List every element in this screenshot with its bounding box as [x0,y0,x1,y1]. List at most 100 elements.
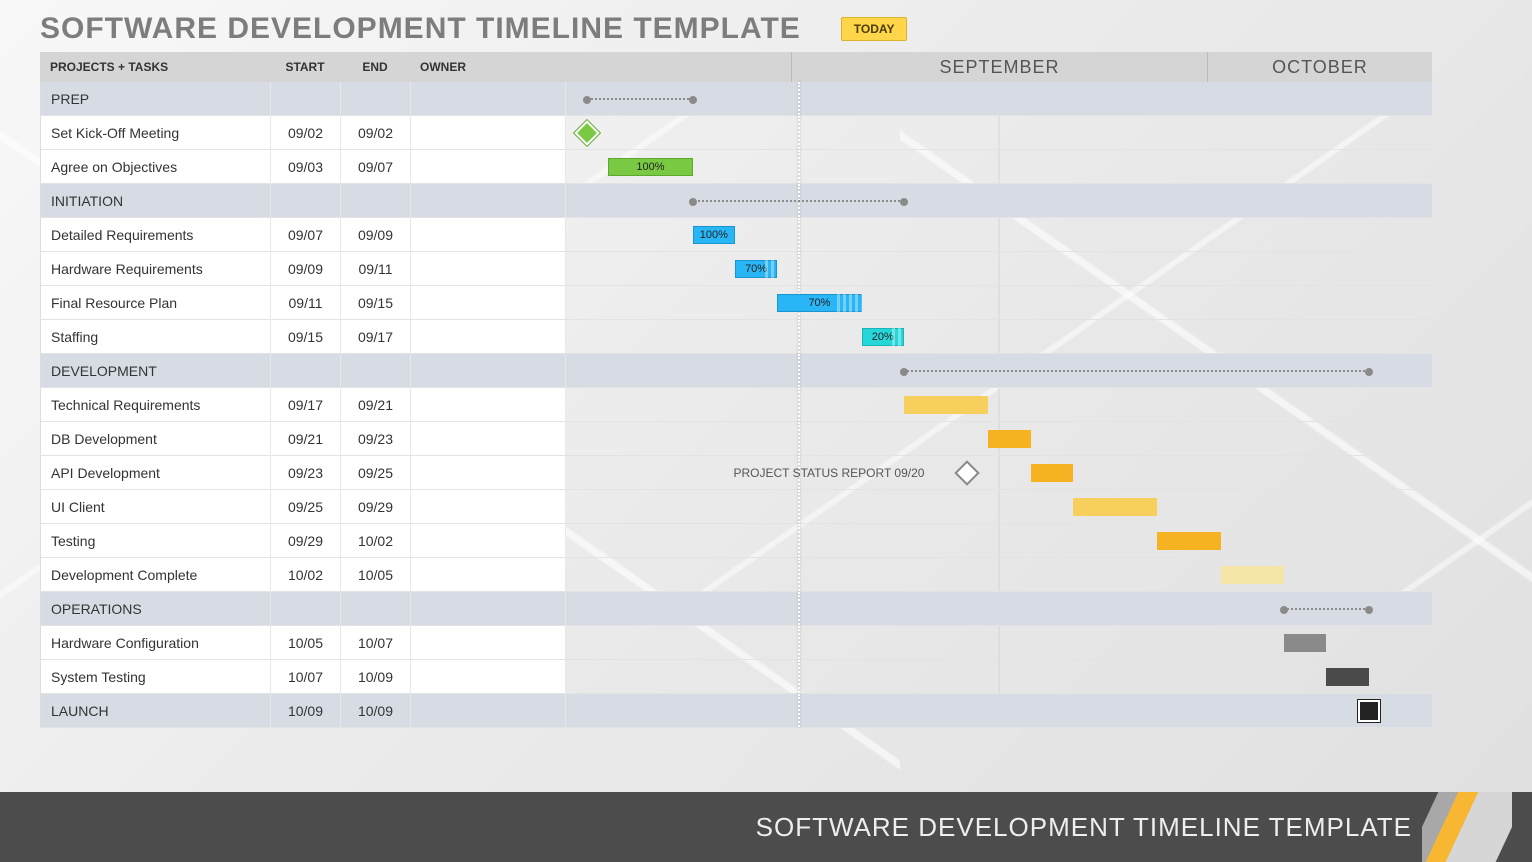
task-start: 09/02 [270,116,340,150]
task-start: 09/25 [270,490,340,524]
gantt-bar[interactable]: 100% [608,158,692,176]
gantt-bar[interactable] [1326,668,1368,686]
task-name: Set Kick-Off Meeting [40,116,270,150]
task-end: 09/15 [340,286,410,320]
gantt-cell [566,354,1432,388]
task-start: 09/21 [270,422,340,456]
task-owner [410,422,566,456]
task-name: Detailed Requirements [40,218,270,252]
task-owner [410,286,566,320]
task-name: OPERATIONS [40,592,270,626]
gantt-cell: 100% [566,218,1432,252]
gantt-cell: 70% [566,286,1432,320]
task-owner [410,184,566,218]
task-end [340,184,410,218]
gantt-bar[interactable] [988,430,1030,448]
task-end [340,354,410,388]
gantt-bar[interactable]: 70% [735,260,777,278]
task-end: 09/07 [340,150,410,184]
task-name: Agree on Objectives [40,150,270,184]
task-owner [410,116,566,150]
gantt-cell [566,82,1432,116]
milestone-diamond-icon [955,460,980,485]
task-owner [410,558,566,592]
task-end: 09/17 [340,320,410,354]
gantt-bar[interactable]: 100% [693,226,735,244]
task-name: DEVELOPMENT [40,354,270,388]
task-start: 09/17 [270,388,340,422]
task-end: 10/02 [340,524,410,558]
task-owner [410,320,566,354]
col-header-owner: OWNER [410,52,566,82]
task-end: 09/25 [340,456,410,490]
task-start: 09/11 [270,286,340,320]
task-start: 09/07 [270,218,340,252]
task-start: 09/23 [270,456,340,490]
task-name: Development Complete [40,558,270,592]
task-owner [410,626,566,660]
task-end: 10/09 [340,660,410,694]
task-start: 10/09 [270,694,340,728]
gantt-cell [566,694,1432,728]
gantt-cell [566,422,1432,456]
gantt-bar[interactable]: 20% [862,328,904,346]
phase-span [1284,608,1368,610]
col-header-start: START [270,52,340,82]
task-owner [410,388,566,422]
month-label: SEPTEMBER [791,52,1207,82]
task-start: 10/07 [270,660,340,694]
gantt-bar[interactable] [1284,634,1326,652]
task-end: 09/23 [340,422,410,456]
gantt-bar[interactable] [1031,464,1073,482]
milestone-label: PROJECT STATUS REPORT 09/20 [733,466,924,480]
task-name: LAUNCH [40,694,270,728]
task-owner [410,694,566,728]
gantt-cell: 100% [566,150,1432,184]
task-end: 09/09 [340,218,410,252]
gantt-cell [566,558,1432,592]
gantt-bar[interactable] [1073,498,1157,516]
col-header-timeline: SEPTEMBER OCTOBER [566,52,1432,82]
task-name: Testing [40,524,270,558]
phase-span [693,200,904,202]
task-end [340,82,410,116]
gantt-cell: 20% [566,320,1432,354]
gantt-bar[interactable] [1157,532,1220,550]
page-title: SOFTWARE DEVELOPMENT TIMELINE TEMPLATE [40,12,801,46]
gantt-cell [566,490,1432,524]
task-name: Technical Requirements [40,388,270,422]
task-start: 09/09 [270,252,340,286]
gantt-cell: 70% [566,252,1432,286]
task-start [270,592,340,626]
gantt-cell [566,524,1432,558]
gantt-grid: PROJECTS + TASKS START END OWNER SEPTEMB… [40,52,1432,728]
gantt-bar[interactable]: 70% [777,294,861,312]
task-start: 09/03 [270,150,340,184]
task-name: API Development [40,456,270,490]
task-name: INITIATION [40,184,270,218]
launch-milestone-icon [1358,700,1380,722]
gantt-bar[interactable] [1221,566,1284,584]
gantt-bar[interactable] [904,396,988,414]
phase-span [904,370,1369,372]
footer-chevron-icon [1422,792,1512,862]
task-end [340,592,410,626]
phase-span [587,98,693,100]
month-label: OCTOBER [1207,52,1432,82]
task-name: Final Resource Plan [40,286,270,320]
footer-title: SOFTWARE DEVELOPMENT TIMELINE TEMPLATE [756,812,1412,843]
task-owner [410,592,566,626]
gantt-cell: PROJECT STATUS REPORT 09/20 [566,456,1432,490]
task-owner [410,490,566,524]
task-name: System Testing [40,660,270,694]
task-name: Hardware Configuration [40,626,270,660]
task-name: DB Development [40,422,270,456]
gantt-cell [566,184,1432,218]
task-start [270,354,340,388]
task-end: 10/09 [340,694,410,728]
task-end: 09/21 [340,388,410,422]
task-end: 09/02 [340,116,410,150]
task-owner [410,660,566,694]
task-owner [410,150,566,184]
col-header-end: END [340,52,410,82]
